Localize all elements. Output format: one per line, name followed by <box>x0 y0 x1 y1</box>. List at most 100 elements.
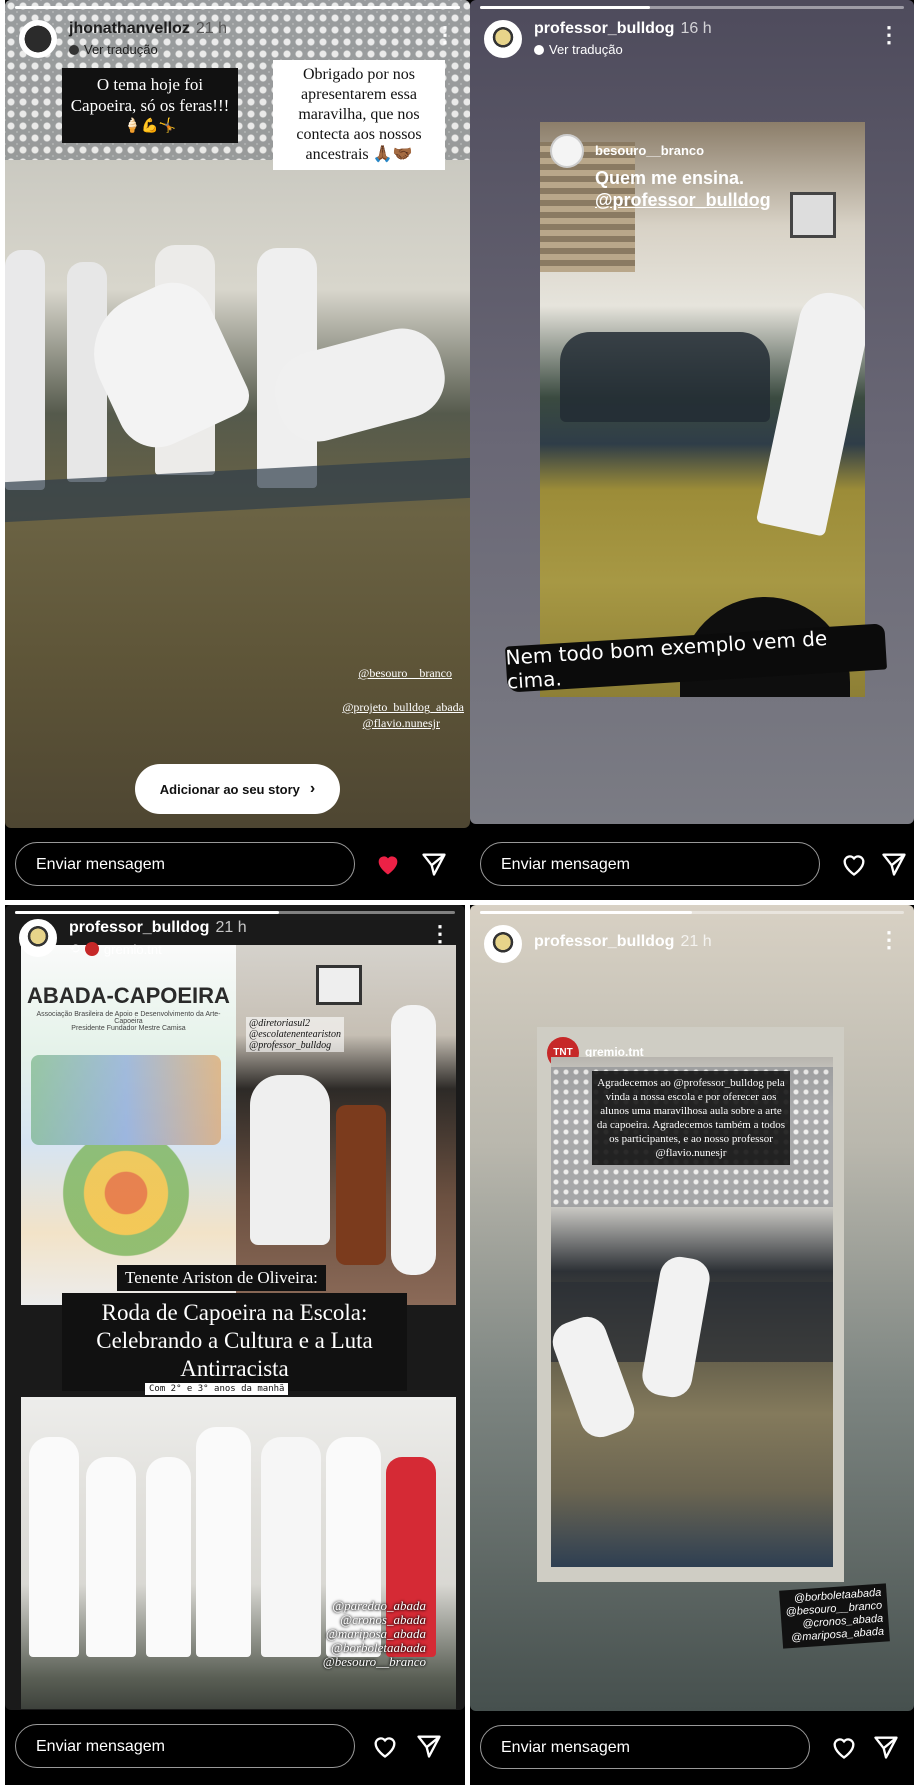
story-media[interactable]: ABADA-CAPOEIRA Associação Brasileira de … <box>5 905 465 1710</box>
inner-caption-mention[interactable]: @professor_bulldog <box>595 189 771 211</box>
message-input[interactable]: Enviar mensagem <box>480 1725 810 1769</box>
mention-tag[interactable]: @besouro__branco <box>323 1655 426 1669</box>
translate-icon <box>69 44 79 55</box>
inner-avatar[interactable] <box>550 134 584 168</box>
story-username[interactable]: professor_bulldog 21 h <box>69 919 247 937</box>
avatar[interactable] <box>19 919 57 957</box>
mention-tag[interactable]: @flavio.nunesjr <box>363 716 440 731</box>
avatar[interactable] <box>484 20 522 58</box>
story-username[interactable]: professor_bulldog 21 h <box>534 933 712 951</box>
repost-icon: ⟲ <box>69 941 80 956</box>
translate-label: Ver tradução <box>549 42 623 57</box>
mention-tag[interactable]: @escolatenenteariston <box>249 1029 341 1040</box>
story-media[interactable]: jhonathanvelloz 21 h Ver tradução ⋮ O tem… <box>5 0 470 828</box>
mention-tag[interactable]: @cronos_abada <box>323 1613 426 1627</box>
repost-source[interactable]: ⟲ gremio.tnt <box>69 941 162 957</box>
tnt-logo-icon <box>84 942 99 956</box>
headline-box: Roda de Capoeira na Escola: Celebrando a… <box>62 1293 407 1391</box>
repost-username[interactable]: gremio.tnt <box>104 942 162 957</box>
story-time: 21 h <box>215 919 247 936</box>
mention-tag[interactable]: @besouro__branco <box>358 666 452 681</box>
story-media[interactable]: professor_bulldog 16 h Ver tradução ⋮ bes… <box>470 0 914 824</box>
reply-bar: Enviar mensagem <box>470 832 914 900</box>
thanks-text: Agradecemos ao @professor_bulldog pela v… <box>596 1077 786 1159</box>
story-progress <box>480 911 904 914</box>
story-panel-2: professor_bulldog 16 h Ver tradução ⋮ bes… <box>470 0 914 900</box>
story-username[interactable]: jhonathanvelloz 21 h <box>69 20 227 38</box>
bottom-mentions: @paredao_abada @cronos_abada @mariposa_a… <box>323 1599 426 1669</box>
thanks-note: Agradecemos ao @professor_bulldog pela v… <box>592 1071 790 1165</box>
heart-icon[interactable] <box>830 1733 858 1761</box>
reply-bar: Enviar mensagem <box>470 1711 914 1785</box>
story-progress <box>15 6 460 9</box>
translate-label: Ver tradução <box>84 42 158 57</box>
event-photo: @diretoriasul2 @escolatenenteariston @pr… <box>236 945 456 1305</box>
inner-caption: Quem me ensina. @professor_bulldog <box>595 167 771 211</box>
add-to-story-button[interactable]: Adicionar ao seu story › <box>135 764 340 814</box>
avatar[interactable] <box>484 925 522 963</box>
story-header: professor_bulldog 21 h ⋮ <box>484 921 904 971</box>
more-options-icon[interactable]: ⋮ <box>434 24 456 46</box>
username-text[interactable]: professor_bulldog <box>69 919 209 936</box>
school-title: Tenente Ariston de Oliveira: <box>117 1265 326 1291</box>
headline-text: Roda de Capoeira na Escola: Celebrando a… <box>96 1300 373 1381</box>
more-options-icon[interactable]: ⋮ <box>429 923 451 945</box>
mention-tag[interactable]: @projeto_bulldog_abada <box>342 700 464 715</box>
send-icon[interactable] <box>880 850 908 878</box>
story-username[interactable]: professor_bulldog 16 h <box>534 20 712 38</box>
story-progress <box>15 911 455 914</box>
story-panel-3: ABADA-CAPOEIRA Associação Brasileira de … <box>5 905 465 1785</box>
story-header: professor_bulldog 16 h Ver tradução ⋮ <box>484 16 904 66</box>
story-time: 16 h <box>680 20 712 37</box>
mention-tag[interactable]: @paredao_abada <box>323 1599 426 1613</box>
headline-subtitle: Com 2° e 3° anos da manhã <box>145 1383 289 1395</box>
story-panel-4: professor_bulldog 21 h ⋮ TNT gremio.tnt A… <box>470 905 914 1785</box>
message-input[interactable]: Enviar mensagem <box>480 842 820 886</box>
story-progress <box>480 6 904 9</box>
story-media[interactable]: professor_bulldog 21 h ⋮ TNT gremio.tnt A… <box>470 905 914 1711</box>
more-options-icon[interactable]: ⋮ <box>878 24 900 46</box>
send-icon[interactable] <box>420 850 448 878</box>
mention-tag[interactable]: @professor_bulldog <box>249 1040 341 1051</box>
story-panel-1: jhonathanvelloz 21 h Ver tradução ⋮ O tem… <box>5 0 470 900</box>
message-placeholder: Enviar mensagem <box>36 1738 165 1755</box>
story-header: professor_bulldog 21 h ⟲ gremio.tnt ⋮ <box>19 915 455 965</box>
heart-icon[interactable] <box>840 850 868 878</box>
mention-tag[interactable]: @mariposa_abada <box>323 1627 426 1641</box>
abada-banner: ABADA-CAPOEIRA Associação Brasileira de … <box>21 945 236 1305</box>
school-title-text: Tenente Ariston de Oliveira: <box>125 1268 318 1287</box>
inner-username[interactable]: besouro__branco <box>595 143 704 158</box>
heart-icon[interactable] <box>371 1732 399 1760</box>
translate-icon <box>534 44 544 55</box>
send-icon[interactable] <box>872 1733 900 1761</box>
add-to-story-label: Adicionar ao seu story <box>159 781 300 797</box>
translate-link[interactable]: Ver tradução <box>534 42 623 57</box>
username-text[interactable]: jhonathanvelloz <box>69 20 190 37</box>
caption-left-emoji: 🍦💪🤸 <box>123 119 177 134</box>
mention-tag[interactable]: @diretoriasul2 <box>249 1018 341 1029</box>
inner-caption-line-1: Quem me ensina. <box>595 168 745 188</box>
heart-icon[interactable] <box>374 850 402 878</box>
send-icon[interactable] <box>415 1732 443 1760</box>
username-text[interactable]: professor_bulldog <box>534 20 674 37</box>
reply-bar: Enviar mensagem <box>5 1710 465 1785</box>
translate-link[interactable]: Ver tradução <box>69 42 158 57</box>
avatar[interactable] <box>19 20 57 58</box>
shared-story-card[interactable]: besouro__branco Quem me ensina. @profess… <box>540 122 865 697</box>
caption-right-emoji: 🙏🏾🤝🏾 <box>372 146 413 163</box>
message-placeholder: Enviar mensagem <box>501 856 630 873</box>
top-mentions: @diretoriasul2 @escolatenenteariston @pr… <box>246 1017 344 1052</box>
story-time: 21 h <box>195 20 228 37</box>
caption-right: Obrigado por nos apresentarem essa marav… <box>273 60 445 170</box>
message-input[interactable]: Enviar mensagem <box>15 842 355 886</box>
more-options-icon[interactable]: ⋮ <box>878 929 900 951</box>
shared-story-card[interactable]: TNT gremio.tnt Agradecemos ao @professor… <box>537 1027 844 1582</box>
banner-title: ABADA-CAPOEIRA <box>27 983 230 1008</box>
group-photo: @paredao_abada @cronos_abada @mariposa_a… <box>21 1397 456 1709</box>
message-placeholder: Enviar mensagem <box>501 1739 630 1756</box>
banner-subtitle: Associação Brasileira de Apoio e Desenvo… <box>36 1011 221 1025</box>
message-input[interactable]: Enviar mensagem <box>15 1724 355 1768</box>
mention-tag[interactable]: @borboletaabada <box>323 1641 426 1655</box>
story-time: 21 h <box>680 933 712 950</box>
username-text[interactable]: professor_bulldog <box>534 933 674 950</box>
